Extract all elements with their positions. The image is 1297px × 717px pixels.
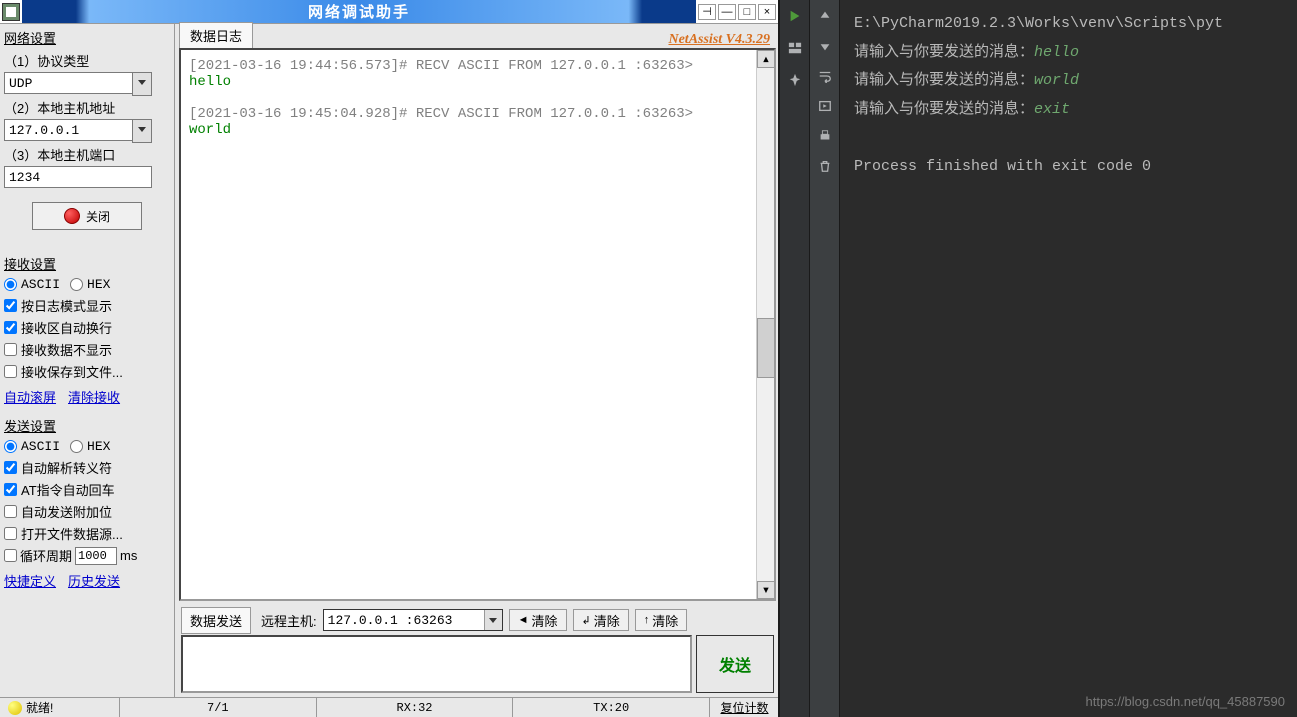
log-data-1: hello	[189, 74, 766, 90]
port-label: （3）本地主机端口	[4, 145, 170, 164]
recv-check-0[interactable]: 按日志模式显示	[4, 296, 170, 315]
window-controls: ⊣ — □ ×	[698, 4, 780, 20]
print-icon[interactable]	[817, 128, 833, 144]
host-combo[interactable]: 127.0.0.1	[4, 119, 134, 141]
remote-host-label: 远程主机:	[261, 611, 317, 630]
pycharm-panel: E:\PyCharm2019.2.3\Works\venv\Scripts\py…	[780, 0, 1297, 717]
status-counter: 7/1	[120, 698, 317, 717]
send-check-2[interactable]: 自动发送附加位	[4, 502, 170, 521]
send-check-0[interactable]: 自动解析转义符	[4, 458, 170, 477]
layout-icon[interactable]	[787, 40, 803, 56]
log-meta-2: [2021-03-16 19:45:04.928]# RECV ASCII FR…	[189, 106, 766, 122]
down-arrow-icon[interactable]	[817, 38, 833, 54]
minimize-button[interactable]: —	[718, 4, 736, 20]
send-hex-radio[interactable]: HEX	[70, 439, 110, 454]
gutter-2	[810, 0, 840, 717]
version-link[interactable]: NetAssist V4.3.29	[668, 32, 770, 48]
record-icon	[64, 208, 80, 224]
network-settings-title: 网络设置	[4, 28, 170, 47]
status-rx: RX:32	[317, 698, 514, 717]
recv-hex-radio[interactable]: HEX	[70, 277, 110, 292]
clear-recv-link[interactable]: 清除接收	[68, 387, 120, 406]
maximize-button[interactable]: □	[738, 4, 756, 20]
clear-btn-3[interactable]: ↑清除	[635, 609, 688, 631]
arrow-left-icon: ◄	[518, 614, 529, 626]
protocol-combo[interactable]: UDP	[4, 72, 134, 94]
combo-dropdown-icon[interactable]	[484, 610, 502, 630]
status-icon	[8, 701, 22, 715]
console-output[interactable]: E:\PyCharm2019.2.3\Works\venv\Scripts\py…	[840, 0, 1297, 717]
watermark: https://blog.csdn.net/qq_45887590	[1086, 694, 1286, 709]
console-path: E:\PyCharm2019.2.3\Works\venv\Scripts\py…	[854, 10, 1283, 39]
recv-check-3[interactable]: 接收保存到文件...	[4, 362, 170, 381]
remote-host-combo[interactable]: 127.0.0.1 :63263	[323, 609, 503, 631]
run-icon[interactable]	[787, 8, 803, 24]
pin-button[interactable]: ⊣	[698, 4, 716, 20]
settings-sidebar: 网络设置 （1）协议类型 UDP （2）本地主机地址 127.0.0.1 （3）…	[0, 24, 175, 697]
app-icon	[2, 3, 20, 21]
quickdef-link[interactable]: 快捷定义	[4, 571, 56, 590]
netassist-window: 网络调试助手 ⊣ — □ × 网络设置 （1）协议类型 UDP （2）本地主机地…	[0, 0, 780, 717]
autoscroll-link[interactable]: 自动滚屏	[4, 387, 56, 406]
titlebar: 网络调试助手 ⊣ — □ ×	[0, 0, 780, 24]
log-tab[interactable]: 数据日志	[179, 22, 253, 48]
log-scrollbar[interactable]: ▴ ▾	[756, 50, 774, 599]
log-area[interactable]: [2021-03-16 19:44:56.573]# RECV ASCII FR…	[179, 48, 776, 601]
send-input[interactable]	[181, 635, 692, 693]
close-connection-button[interactable]: 关闭	[32, 202, 142, 230]
recv-ascii-radio[interactable]: ASCII	[4, 277, 60, 292]
send-check-1[interactable]: AT指令自动回车	[4, 480, 170, 499]
host-label: （2）本地主机地址	[4, 98, 170, 117]
scroll-down-icon[interactable]: ▾	[757, 581, 775, 599]
titlebar-gradient: 网络调试助手	[22, 0, 696, 23]
send-ascii-radio[interactable]: ASCII	[4, 439, 60, 454]
cycle-check[interactable]	[4, 549, 17, 562]
wrap-icon[interactable]	[817, 68, 833, 84]
arrow-up-icon: ↑	[644, 614, 650, 626]
send-check-3[interactable]: 打开文件数据源...	[4, 524, 170, 543]
gutter-1	[780, 0, 810, 717]
statusbar: 就绪! 7/1 RX:32 TX:20 复位计数	[0, 697, 780, 717]
recv-check-1[interactable]: 接收区自动换行	[4, 318, 170, 337]
send-button[interactable]: 发送	[696, 635, 774, 693]
pin-icon[interactable]	[787, 72, 803, 88]
log-meta-1: [2021-03-16 19:44:56.573]# RECV ASCII FR…	[189, 58, 766, 74]
log-data-2: world	[189, 122, 766, 138]
cycle-input[interactable]	[75, 547, 117, 565]
step-icon[interactable]	[817, 98, 833, 114]
clear-btn-1[interactable]: ◄清除	[509, 609, 567, 631]
recv-check-2[interactable]: 接收数据不显示	[4, 340, 170, 359]
status-tx: TX:20	[513, 698, 710, 717]
send-tab[interactable]: 数据发送	[181, 607, 251, 634]
scroll-thumb[interactable]	[757, 318, 775, 378]
process-finished: Process finished with exit code 0	[854, 153, 1283, 182]
port-input[interactable]	[4, 166, 152, 188]
up-arrow-icon[interactable]	[817, 8, 833, 24]
scroll-up-icon[interactable]: ▴	[757, 50, 775, 68]
protocol-label: （1）协议类型	[4, 51, 170, 70]
reset-counter-link[interactable]: 复位计数	[710, 698, 780, 717]
content-area: 数据日志 NetAssist V4.3.29 [2021-03-16 19:44…	[175, 24, 780, 697]
window-title: 网络调试助手	[308, 1, 410, 22]
close-window-button[interactable]: ×	[758, 4, 776, 20]
status-ready: 就绪!	[26, 699, 53, 716]
send-settings-title: 发送设置	[4, 416, 170, 435]
trash-icon[interactable]	[817, 158, 833, 174]
history-link[interactable]: 历史发送	[68, 571, 120, 590]
recv-settings-title: 接收设置	[4, 254, 170, 273]
clear-btn-2[interactable]: ↲清除	[573, 609, 629, 631]
return-icon: ↲	[582, 614, 591, 627]
